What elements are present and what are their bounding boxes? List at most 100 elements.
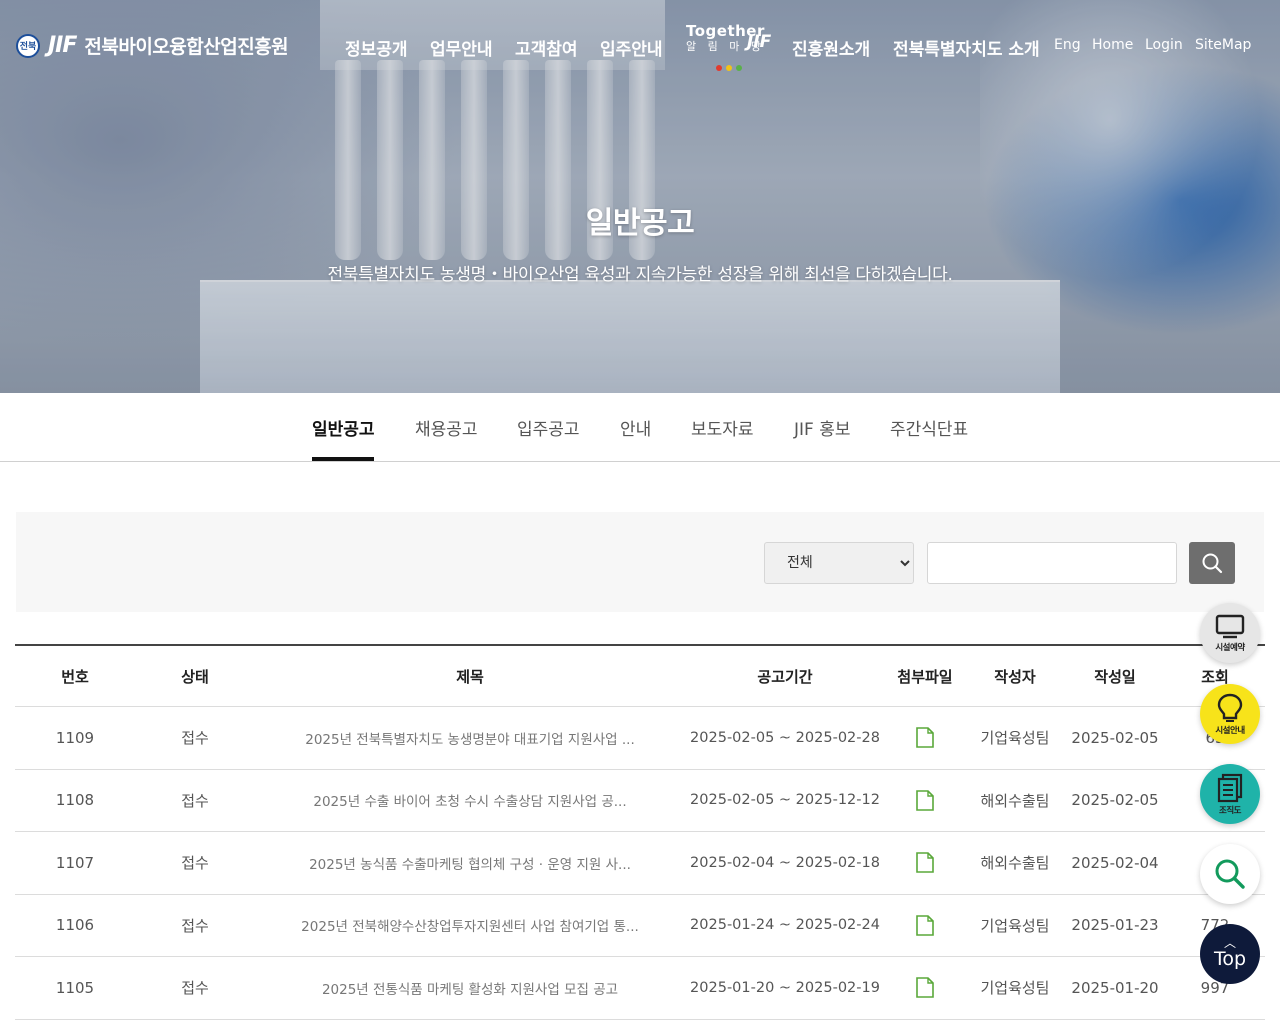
row-date: 2025-02-04: [1071, 853, 1159, 872]
tab-general-notice[interactable]: 일반공고: [312, 415, 375, 440]
util-sitemap-link[interactable]: SiteMap: [1195, 37, 1251, 53]
row-attachment[interactable]: [885, 895, 965, 957]
jif-logo: JIF: [48, 33, 77, 58]
row-state: 접수: [181, 854, 209, 873]
table-row: 1107 접수 2025년 농식품 수출마케팅 협의체 구성 · 운영 지원 사…: [15, 832, 1265, 895]
row-state: 접수: [181, 916, 209, 935]
page-subtitle: 전북특별자치도 농생명・바이오산업 육성과 지속가능한 성장을 위해 최선을 다…: [327, 265, 953, 285]
tab-press[interactable]: 보도자료: [691, 415, 754, 440]
row-date: 2025-02-05: [1071, 791, 1159, 810]
tab-recruitment[interactable]: 채용공고: [415, 415, 478, 440]
row-state: 접수: [181, 979, 209, 998]
row-attachment[interactable]: [885, 832, 965, 894]
tab-tenant-notice[interactable]: 입주공고: [517, 415, 580, 440]
file-icon: [916, 852, 934, 874]
site-logo[interactable]: 전북 JIF 전북바이오융합산업진흥원: [16, 32, 289, 59]
search-icon: [1202, 553, 1223, 574]
row-attachment[interactable]: [885, 770, 965, 832]
row-period: 2025-01-24 ~ 2025-02-24: [690, 917, 880, 934]
file-icon: [916, 914, 934, 936]
table-row: 1109 접수 2025년 전북특별자치도 농생명분야 대표기업 지원사업 ..…: [15, 707, 1265, 770]
row-period: 2025-01-20 ~ 2025-02-19: [690, 979, 880, 996]
row-title-link[interactable]: 2025년 전통식품 마케팅 활성화 지원사업 모집 공고: [270, 957, 670, 1019]
row-date: 2025-01-23: [1071, 916, 1159, 935]
nav-together-jif[interactable]: Together 알 림 마 당 JIF: [686, 22, 776, 54]
quick-facility-reservation-button[interactable]: 시설예약: [1200, 603, 1260, 663]
quick-search-button[interactable]: [1200, 844, 1260, 904]
quick-org-chart-button[interactable]: 조직도: [1200, 764, 1260, 824]
search-button[interactable]: [1189, 542, 1235, 584]
site-header: 전북 JIF 전북바이오융합산업진흥원 정보공개 업무안내 고객참여 입주안내 …: [0, 0, 1280, 90]
tab-weekly-menu[interactable]: 주간식단표: [890, 415, 968, 440]
quick-org-chart-label: 조직도: [1219, 805, 1241, 816]
util-login-link[interactable]: Login: [1145, 37, 1183, 53]
util-eng-link[interactable]: Eng: [1054, 37, 1081, 53]
tab-guide[interactable]: 안내: [620, 415, 651, 440]
quick-facility-reservation-label: 시설예약: [1215, 642, 1245, 653]
province-seal-icon: 전북: [16, 33, 40, 58]
row-title-link[interactable]: 2025년 농식품 수출마케팅 협의체 구성 · 운영 지원 사...: [270, 832, 670, 894]
row-num: 1108: [55, 791, 95, 810]
row-state: 접수: [181, 791, 209, 810]
row-writer: 해외수출팀: [980, 791, 1050, 810]
table-row: 1106 접수 2025년 전북해양수산창업투자지원센터 사업 참여기업 통..…: [15, 895, 1265, 957]
header-writer: 작성자: [994, 667, 1036, 686]
top-label: Top: [1213, 948, 1247, 970]
row-num: 1109: [55, 728, 95, 747]
lightbulb-icon: [1217, 693, 1243, 722]
together-jif-logo: JIF: [747, 32, 772, 52]
active-tab-underline: [312, 457, 374, 461]
row-state: 접수: [181, 729, 209, 748]
monitor-icon: [1215, 614, 1245, 638]
search-icon: [1215, 859, 1245, 889]
row-date: 2025-01-20: [1071, 978, 1159, 997]
row-writer: 기업육성팀: [980, 916, 1050, 935]
nav-about[interactable]: 진흥원소개: [792, 35, 870, 60]
table-row: 1108 접수 2025년 수출 바이어 초청 수시 수출상담 지원사업 공..…: [15, 770, 1265, 832]
quick-facility-guide-label: 시설안내: [1215, 725, 1245, 736]
tab-jif-pr[interactable]: JIF 홍보: [794, 415, 851, 440]
nav-province-intro[interactable]: 전북특별자치도 소개: [893, 35, 1040, 60]
file-icon: [916, 977, 934, 999]
search-input[interactable]: [927, 542, 1177, 584]
util-home-link[interactable]: Home: [1092, 37, 1133, 53]
row-attachment[interactable]: [885, 957, 965, 1019]
quick-facility-guide-button[interactable]: 시설안내: [1200, 684, 1260, 744]
page-title: 일반공고: [585, 206, 695, 241]
file-icon: [916, 727, 934, 749]
row-num: 1105: [55, 978, 95, 997]
nav-info-disclosure[interactable]: 정보공개: [345, 35, 408, 60]
table-header-row: 번호 상태 제목 공고기간 첨부파일 작성자 작성일 조회: [15, 646, 1265, 707]
notice-table: 번호 상태 제목 공고기간 첨부파일 작성자 작성일 조회 1109 접수 20…: [15, 644, 1265, 1020]
file-icon: [916, 789, 934, 811]
row-period: 2025-02-05 ~ 2025-12-12: [690, 792, 880, 809]
nav-customer[interactable]: 고객참여: [515, 35, 578, 60]
header-num: 번호: [61, 667, 89, 686]
row-num: 1106: [55, 916, 95, 935]
header-period: 공고기간: [757, 667, 813, 686]
row-date: 2025-02-05: [1071, 728, 1159, 747]
scroll-top-button[interactable]: ︿ Top: [1200, 924, 1260, 984]
sub-tabs: 일반공고 채용공고 입주공고 안내 보도자료 JIF 홍보 주간식단표: [0, 393, 1280, 462]
header-date: 작성일: [1094, 667, 1136, 686]
row-period: 2025-02-04 ~ 2025-02-18: [690, 854, 880, 871]
search-category-select[interactable]: 전체: [764, 542, 914, 584]
document-icon: [1217, 773, 1243, 802]
header-title: 제목: [456, 667, 484, 686]
row-writer: 해외수출팀: [980, 854, 1050, 873]
row-title-link[interactable]: 2025년 전북특별자치도 농생명분야 대표기업 지원사업 ...: [270, 707, 670, 769]
nav-business-guide[interactable]: 업무안내: [430, 35, 493, 60]
row-writer: 기업육성팀: [980, 979, 1050, 998]
header-state: 상태: [181, 667, 209, 686]
chevron-up-icon: ︿: [1223, 936, 1236, 950]
header-file: 첨부파일: [897, 667, 953, 686]
org-name: 전북바이오융합산업진흥원: [84, 36, 289, 58]
active-indicator-dots: [716, 65, 742, 71]
row-title-link[interactable]: 2025년 전북해양수산창업투자지원센터 사업 참여기업 통...: [270, 895, 670, 957]
row-period: 2025-02-05 ~ 2025-02-28: [690, 729, 880, 746]
row-title-link[interactable]: 2025년 수출 바이어 초청 수시 수출상담 지원사업 공...: [270, 770, 670, 832]
row-attachment[interactable]: [885, 707, 965, 769]
table-row: 1105 접수 2025년 전통식품 마케팅 활성화 지원사업 모집 공고 20…: [15, 957, 1265, 1020]
nav-tenant-guide[interactable]: 입주안내: [600, 35, 663, 60]
row-writer: 기업육성팀: [980, 729, 1050, 748]
